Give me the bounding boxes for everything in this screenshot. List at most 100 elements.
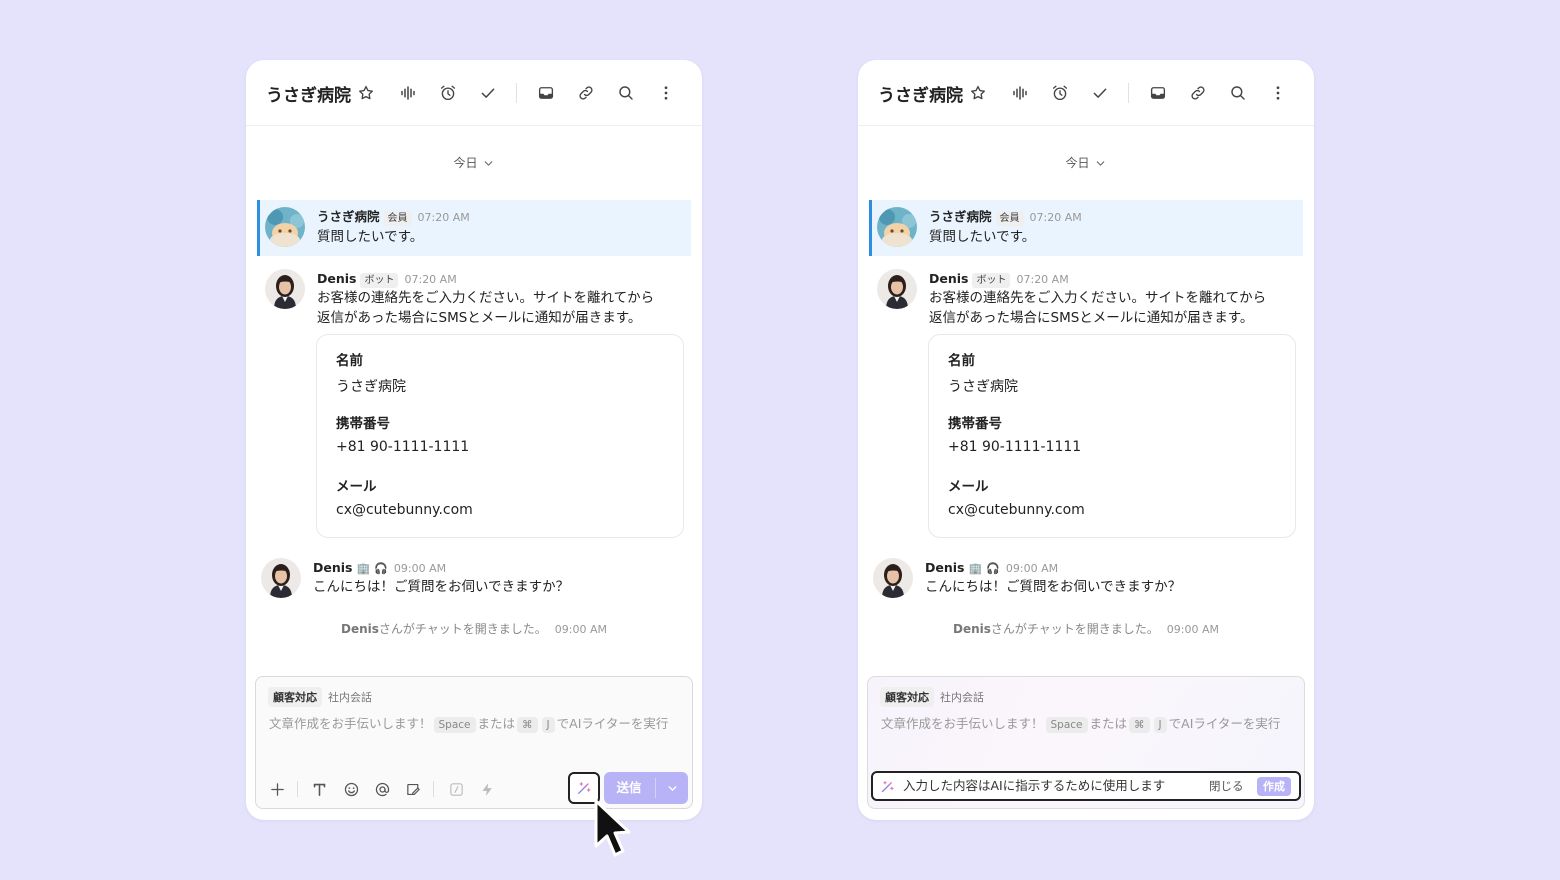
search-icon[interactable]	[615, 82, 637, 104]
chevron-down-icon	[666, 782, 679, 795]
form-value-email: cx@cutebunny.com	[948, 502, 1085, 518]
sender-name[interactable]: Denis	[925, 560, 964, 575]
tab-customer[interactable]: 顧客対応	[268, 687, 322, 707]
message-meta: Denis ボット 07:20 AM	[317, 271, 457, 288]
more-icon[interactable]	[1267, 82, 1289, 104]
ai-prompt-input[interactable]: 入力した内容はAIに指示するために使用します	[903, 773, 1165, 799]
date-separator[interactable]: 今日	[858, 154, 1314, 171]
mention-icon[interactable]	[371, 778, 393, 800]
star-icon[interactable]	[967, 82, 989, 104]
link-icon[interactable]	[1187, 82, 1209, 104]
avatar[interactable]	[261, 558, 301, 598]
system-note-text: さんがチャットを開きました。	[990, 622, 1159, 636]
placeholder-text: または	[477, 716, 516, 731]
form-label-phone: 携帯番号	[948, 416, 1002, 432]
inbox-icon[interactable]	[535, 82, 557, 104]
star-icon[interactable]	[355, 82, 377, 104]
alarm-icon[interactable]	[437, 82, 459, 104]
snippet-icon[interactable]	[402, 778, 424, 800]
form-label-email: メール	[948, 479, 989, 495]
avatar[interactable]	[877, 269, 917, 309]
link-icon[interactable]	[575, 82, 597, 104]
date-label: 今日	[453, 156, 478, 170]
system-note-agent: Denis	[952, 622, 991, 636]
tab-internal[interactable]: 社内会話	[328, 689, 372, 705]
tab-customer[interactable]: 顧客対応	[880, 687, 934, 707]
sender-name[interactable]: Denis	[929, 271, 968, 286]
date-separator[interactable]: 今日	[246, 154, 702, 171]
headset-icon: 🎧	[986, 562, 1000, 575]
chat-header: うさぎ病院	[858, 60, 1314, 126]
message-composer[interactable]: 顧客対応 社内会話 文章作成をお手伝いします！ Space または ⌘ J でAIライターを…	[255, 676, 693, 809]
message-time: 07:20 AM	[1029, 211, 1082, 224]
placeholder-text: 文章作成をお手伝いします！	[269, 716, 432, 731]
check-icon[interactable]	[1089, 82, 1111, 104]
chevron-down-icon	[482, 157, 495, 170]
avatar[interactable]	[873, 558, 913, 598]
key-space: Space	[433, 717, 476, 733]
ai-sparkle-icon	[576, 780, 592, 796]
cursor-icon	[594, 799, 631, 857]
header-divider	[1128, 83, 1129, 103]
sender-name[interactable]: うさぎ病院	[929, 209, 992, 224]
plus-icon[interactable]	[266, 778, 288, 800]
inbox-icon[interactable]	[1147, 82, 1169, 104]
ai-create-button[interactable]: 作成	[1257, 777, 1291, 796]
message-meta: Denis 🏢 🎧 09:00 AM	[925, 560, 1058, 577]
message-time: 09:00 AM	[393, 562, 447, 575]
composer-tabs: 顧客対応 社内会話	[268, 687, 372, 707]
message-composer[interactable]: 顧客対応 社内会話 文章作成をお手伝いします！ Space または ⌘ J でAIライターを…	[867, 676, 1305, 809]
composer-placeholder[interactable]: 文章作成をお手伝いします！ Space または ⌘ J でAIライターを実行	[269, 715, 685, 733]
ai-close-button[interactable]: 閉じる	[1209, 773, 1244, 799]
system-note-agent: Denis	[340, 622, 379, 636]
message-text-line: お客様の連絡先をご入力ください。サイトを離れてから	[317, 290, 655, 306]
emoji-icon[interactable]	[340, 778, 362, 800]
placeholder-text: 文章作成をお手伝いします！	[881, 716, 1044, 731]
avatar[interactable]	[877, 207, 917, 247]
voice-icon[interactable]	[1009, 82, 1031, 104]
contact-form-card: 名前 うさぎ病院 携帯番号 +81 90-1111-1111 メール cx@cu…	[316, 334, 684, 538]
message-meta: Denis 🏢 🎧 09:00 AM	[313, 560, 446, 577]
message-text: 質問したいです。	[317, 229, 424, 245]
command-icon[interactable]	[445, 778, 467, 800]
chat-panel-left: うさぎ病院 今日 うさぎ病院 会員 07:20 AM 質問したいです。 Denis ボ…	[246, 60, 702, 820]
header-divider	[516, 83, 517, 103]
ai-prompt-bar[interactable]: 入力した内容はAIに指示するために使用します 閉じる 作成	[871, 771, 1301, 801]
system-note-time: 09:00 AM	[554, 623, 607, 636]
sender-name[interactable]: うさぎ病院	[317, 209, 380, 224]
bolt-icon[interactable]	[476, 778, 498, 800]
chat-title: うさぎ病院	[266, 86, 351, 106]
search-icon[interactable]	[1227, 82, 1249, 104]
date-label: 今日	[1065, 156, 1090, 170]
key-space: Space	[1045, 717, 1088, 733]
composer-placeholder[interactable]: 文章作成をお手伝いします！ Space または ⌘ J でAIライターを実行	[881, 715, 1297, 733]
text-format-icon[interactable]	[308, 778, 330, 800]
message-time: 07:20 AM	[404, 273, 457, 286]
toolbar-divider	[433, 781, 434, 797]
key-j: J	[541, 717, 555, 733]
bot-badge: ボット	[360, 273, 399, 288]
sender-name[interactable]: Denis	[313, 560, 352, 575]
chat-header: うさぎ病院	[246, 60, 702, 126]
more-icon[interactable]	[655, 82, 677, 104]
sender-name[interactable]: Denis	[317, 271, 356, 286]
alarm-icon[interactable]	[1049, 82, 1071, 104]
key-cmd: ⌘	[1129, 717, 1150, 733]
form-value-phone: +81 90-1111-1111	[948, 439, 1082, 455]
voice-icon[interactable]	[397, 82, 419, 104]
message-text: 質問したいです。	[929, 229, 1036, 245]
message-text-line: 返信があった場合にSMSとメールに通知が届きます。	[929, 310, 1254, 326]
check-icon[interactable]	[477, 82, 499, 104]
tab-internal[interactable]: 社内会話	[940, 689, 984, 705]
message-text-line: お客様の連絡先をご入力ください。サイトを離れてから	[929, 290, 1267, 306]
building-icon: 🏢	[968, 562, 983, 575]
headset-icon: 🎧	[374, 562, 388, 575]
message-meta: うさぎ病院 会員 07:20 AM	[929, 209, 1082, 226]
avatar[interactable]	[265, 269, 305, 309]
placeholder-text: または	[1089, 716, 1128, 731]
message-time: 09:00 AM	[1005, 562, 1059, 575]
send-options-button[interactable]	[656, 772, 688, 804]
form-value-name: うさぎ病院	[948, 379, 1018, 395]
message-text-line: 返信があった場合にSMSとメールに通知が届きます。	[317, 310, 642, 326]
avatar[interactable]	[265, 207, 305, 247]
